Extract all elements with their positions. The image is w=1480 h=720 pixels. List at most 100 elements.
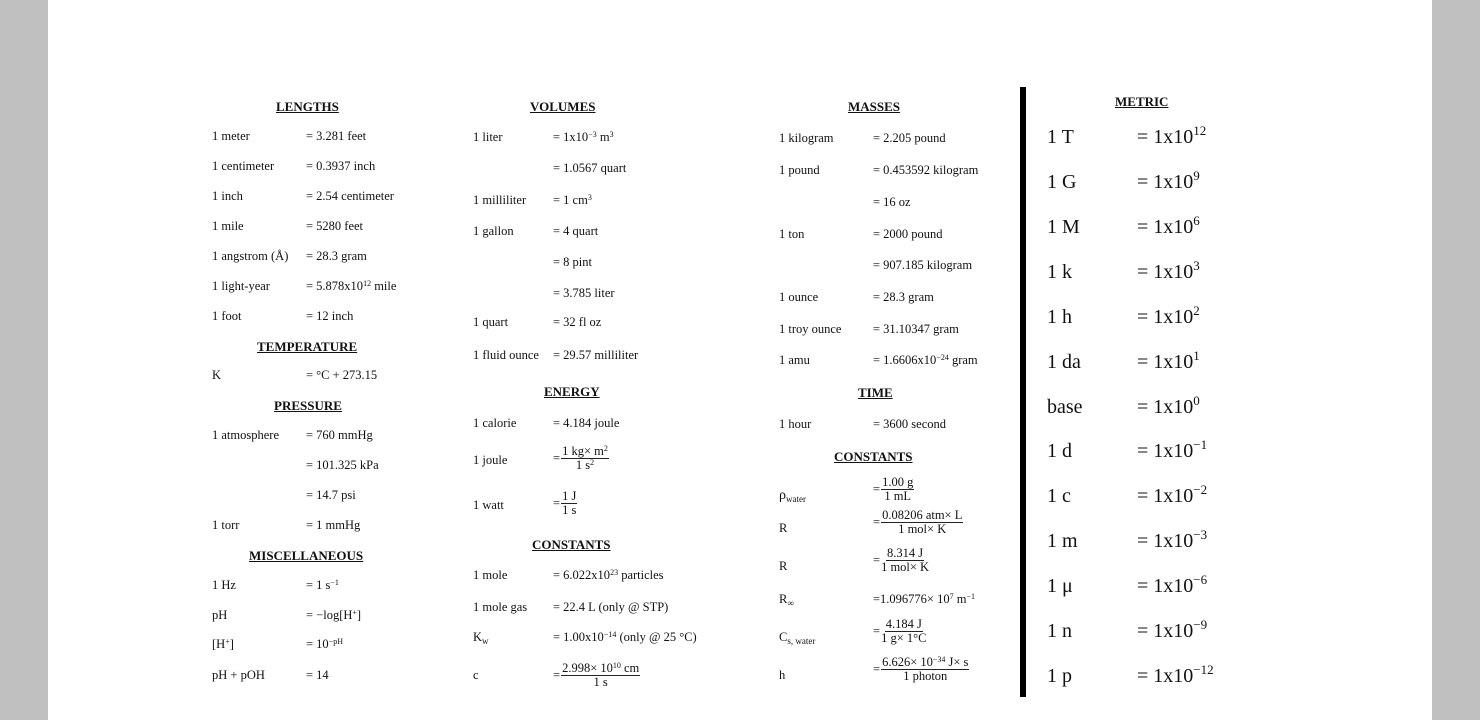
row-value: = 1x1012 [1137,123,1207,148]
numerator-superscript: 2 [603,444,608,453]
row-label: h [779,668,786,682]
row-label: pH + pOH [212,668,265,682]
row-value: = 28.3 gram [873,290,934,304]
row-value: = 1x10−3 [1137,527,1208,552]
value-superscript: −14 [603,630,617,639]
fraction-value: = 1 kg× m2 1 s2 [553,445,609,472]
row-label: 1 torr [212,518,240,532]
denominator: 1 s [593,675,608,689]
section-title-temperature: TEMPERATURE [257,339,358,354]
denominator: 1 s [562,503,577,517]
value-superscript: 7 [949,592,954,601]
vertical-divider [1020,87,1026,697]
denominator: 1 mol× K [898,522,947,536]
section-title-metric: METRIC [1115,94,1169,109]
fraction: 1 kg× m2 1 s2 [561,445,609,472]
row-label: 1 troy ounce [779,322,842,336]
row-value: = °C + 273.15 [306,368,378,382]
row-value: = 12 inch [306,309,354,323]
row-value: = 2.54 centimeter [306,189,394,203]
row-label: 1 joule [473,453,508,467]
row-value: = 1x10−1 [1137,437,1208,462]
row-label: 1 h [1047,306,1072,328]
section-title-miscellaneous: MISCELLANEOUS [249,548,364,563]
row-label: 1 inch [212,189,243,203]
label-superscript: + [225,637,230,646]
fraction-value: = 1 J1 s [553,490,578,517]
value-superscript: −12 [1193,662,1214,677]
denominator: 1 mL [884,489,912,503]
row-value: = −log[H+] [306,608,362,622]
row-value: = 1x109 [1137,168,1200,193]
row-value: = 760 mmHg [306,428,373,442]
row-label: 1 hour [779,417,812,431]
value-superscript: 1 [1193,348,1200,363]
value-superscript: 0 [1193,393,1200,408]
section-title-pressure: PRESSURE [274,398,342,413]
row-label: 1 μ [1047,575,1073,597]
numerator: 4.184 J [884,617,923,632]
row-label: 1 centimeter [212,159,275,173]
row-label: K [212,368,222,382]
row-label: 1 watt [473,498,504,512]
value-superscript: −2 [1193,482,1208,497]
fraction: 1 J1 s [561,490,578,517]
denominator: 1 s2 [575,458,595,472]
value-superscript: 9 [1193,168,1200,183]
row-value: = 14 [306,668,329,682]
row-label: 1 foot [212,309,242,323]
value-superscript: 23 [610,568,619,577]
row-value: = 4 quart [553,224,599,238]
row-value: = 1x10−6 [1137,572,1208,597]
row-label: 1 T [1047,126,1074,148]
row-label: R [779,521,788,535]
row-label: Cs, water [779,630,816,646]
row-value: = 1x10−12 [1137,662,1214,687]
value-superscript: −6 [1193,572,1208,587]
value-superscript: −1 [1193,437,1208,452]
section-title-time: TIME [858,385,893,400]
equals-sign: = [553,668,561,682]
row-label: 1 meter [212,129,250,143]
denominator: 1 mol× K [881,560,930,574]
row-value: = 3.785 liter [553,286,615,300]
row-label: 1 Hz [212,578,236,592]
numerator-superscript: 10 [612,661,621,670]
value-superscript: 3 [587,193,592,202]
row-label: 1 atmosphere [212,428,279,442]
equals-sign: = [873,624,881,638]
row-value: = 28.3 gram [306,249,367,263]
label-subscript: ∞ [787,598,794,608]
row-label: 1 p [1047,665,1072,687]
row-label: 1 angstrom (Å) [212,249,289,263]
numerator: 6.626× 10−34 J× s [881,655,970,670]
row-label: base [1047,396,1083,418]
value-superscript: 6 [1193,213,1200,228]
fraction: 6.626× 10−34 J× s1 photon [881,655,970,683]
value-superscript: 3 [1193,258,1200,273]
numerator: 0.08206 atm× L [881,508,964,523]
row-label: R∞ [779,592,794,608]
equals-sign: = [553,496,561,510]
denominator: 1 g× 1°C [881,631,927,645]
row-label: 1 light-year [212,279,270,293]
row-value: = 4.184 joule [553,416,620,430]
row-value: = 6.022x1023 particles [553,568,664,582]
value-superscript: 12 [1193,123,1207,138]
row-value: = 14.7 psi [306,488,356,502]
numerator: 1.00 g [881,475,915,490]
row-value: = 1x103 [1137,258,1200,283]
row-label: 1 quart [473,315,509,329]
row-label: [H+] [212,637,234,651]
label-subscript: w [482,636,489,646]
row-label: 1 gallon [473,224,514,238]
row-value: = 0.453592 kilogram [873,163,979,177]
value-superscript: 2 [1193,303,1200,318]
denominator: 1 photon [903,669,948,683]
row-label: 1 amu [779,353,810,367]
row-label: 1 fluid ounce [473,348,539,362]
fraction-value: = 4.184 J1 g× 1°C [873,618,926,645]
numerator-superscript: −34 [932,655,946,664]
equals-sign: = [873,553,881,567]
row-label: 1 M [1047,216,1080,238]
